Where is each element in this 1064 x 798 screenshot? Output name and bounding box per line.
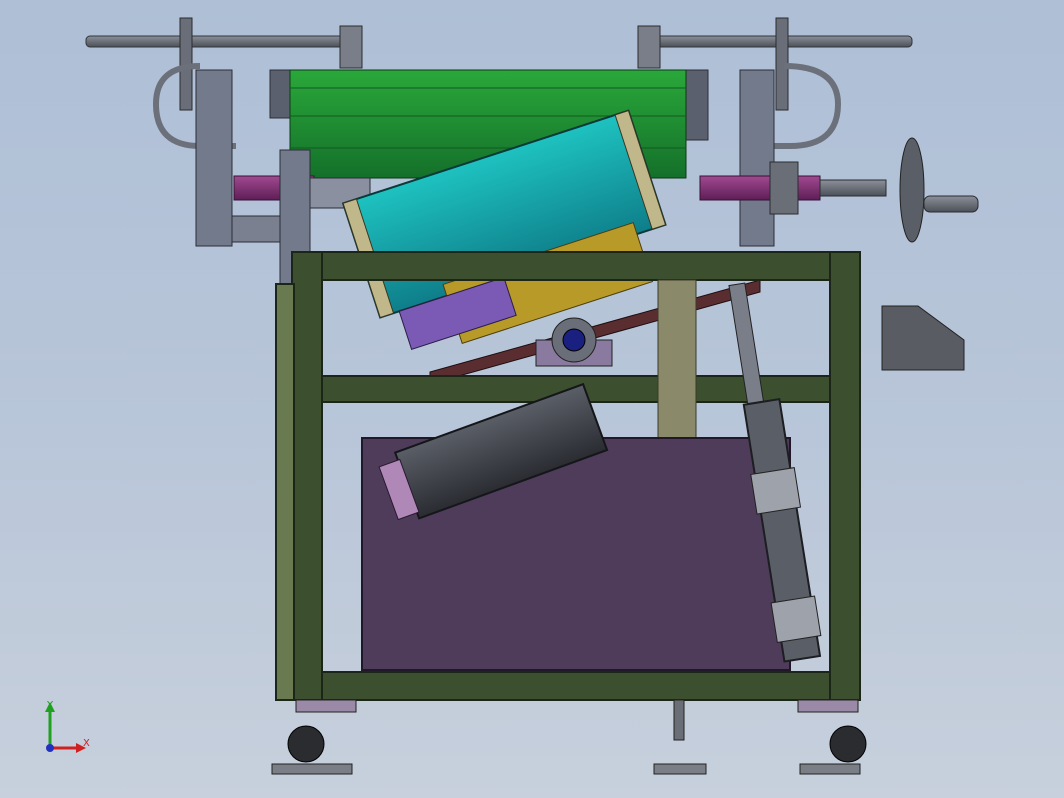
cad-viewport[interactable]: Y X <box>0 0 1064 798</box>
y-axis-label: Y <box>46 700 54 711</box>
right-caster <box>797 699 867 775</box>
support-post <box>657 279 697 441</box>
z-axis-dot <box>46 744 54 752</box>
right-side-bracket <box>685 69 775 247</box>
center-leveling-foot <box>653 699 707 775</box>
left-caster <box>271 699 357 775</box>
axis-triad: Y X <box>45 700 90 753</box>
left-side-bracket <box>195 69 293 247</box>
right-mount-block <box>881 305 965 371</box>
x-axis-label: X <box>83 738 90 749</box>
machine-assembly-model: Y X <box>45 17 979 775</box>
